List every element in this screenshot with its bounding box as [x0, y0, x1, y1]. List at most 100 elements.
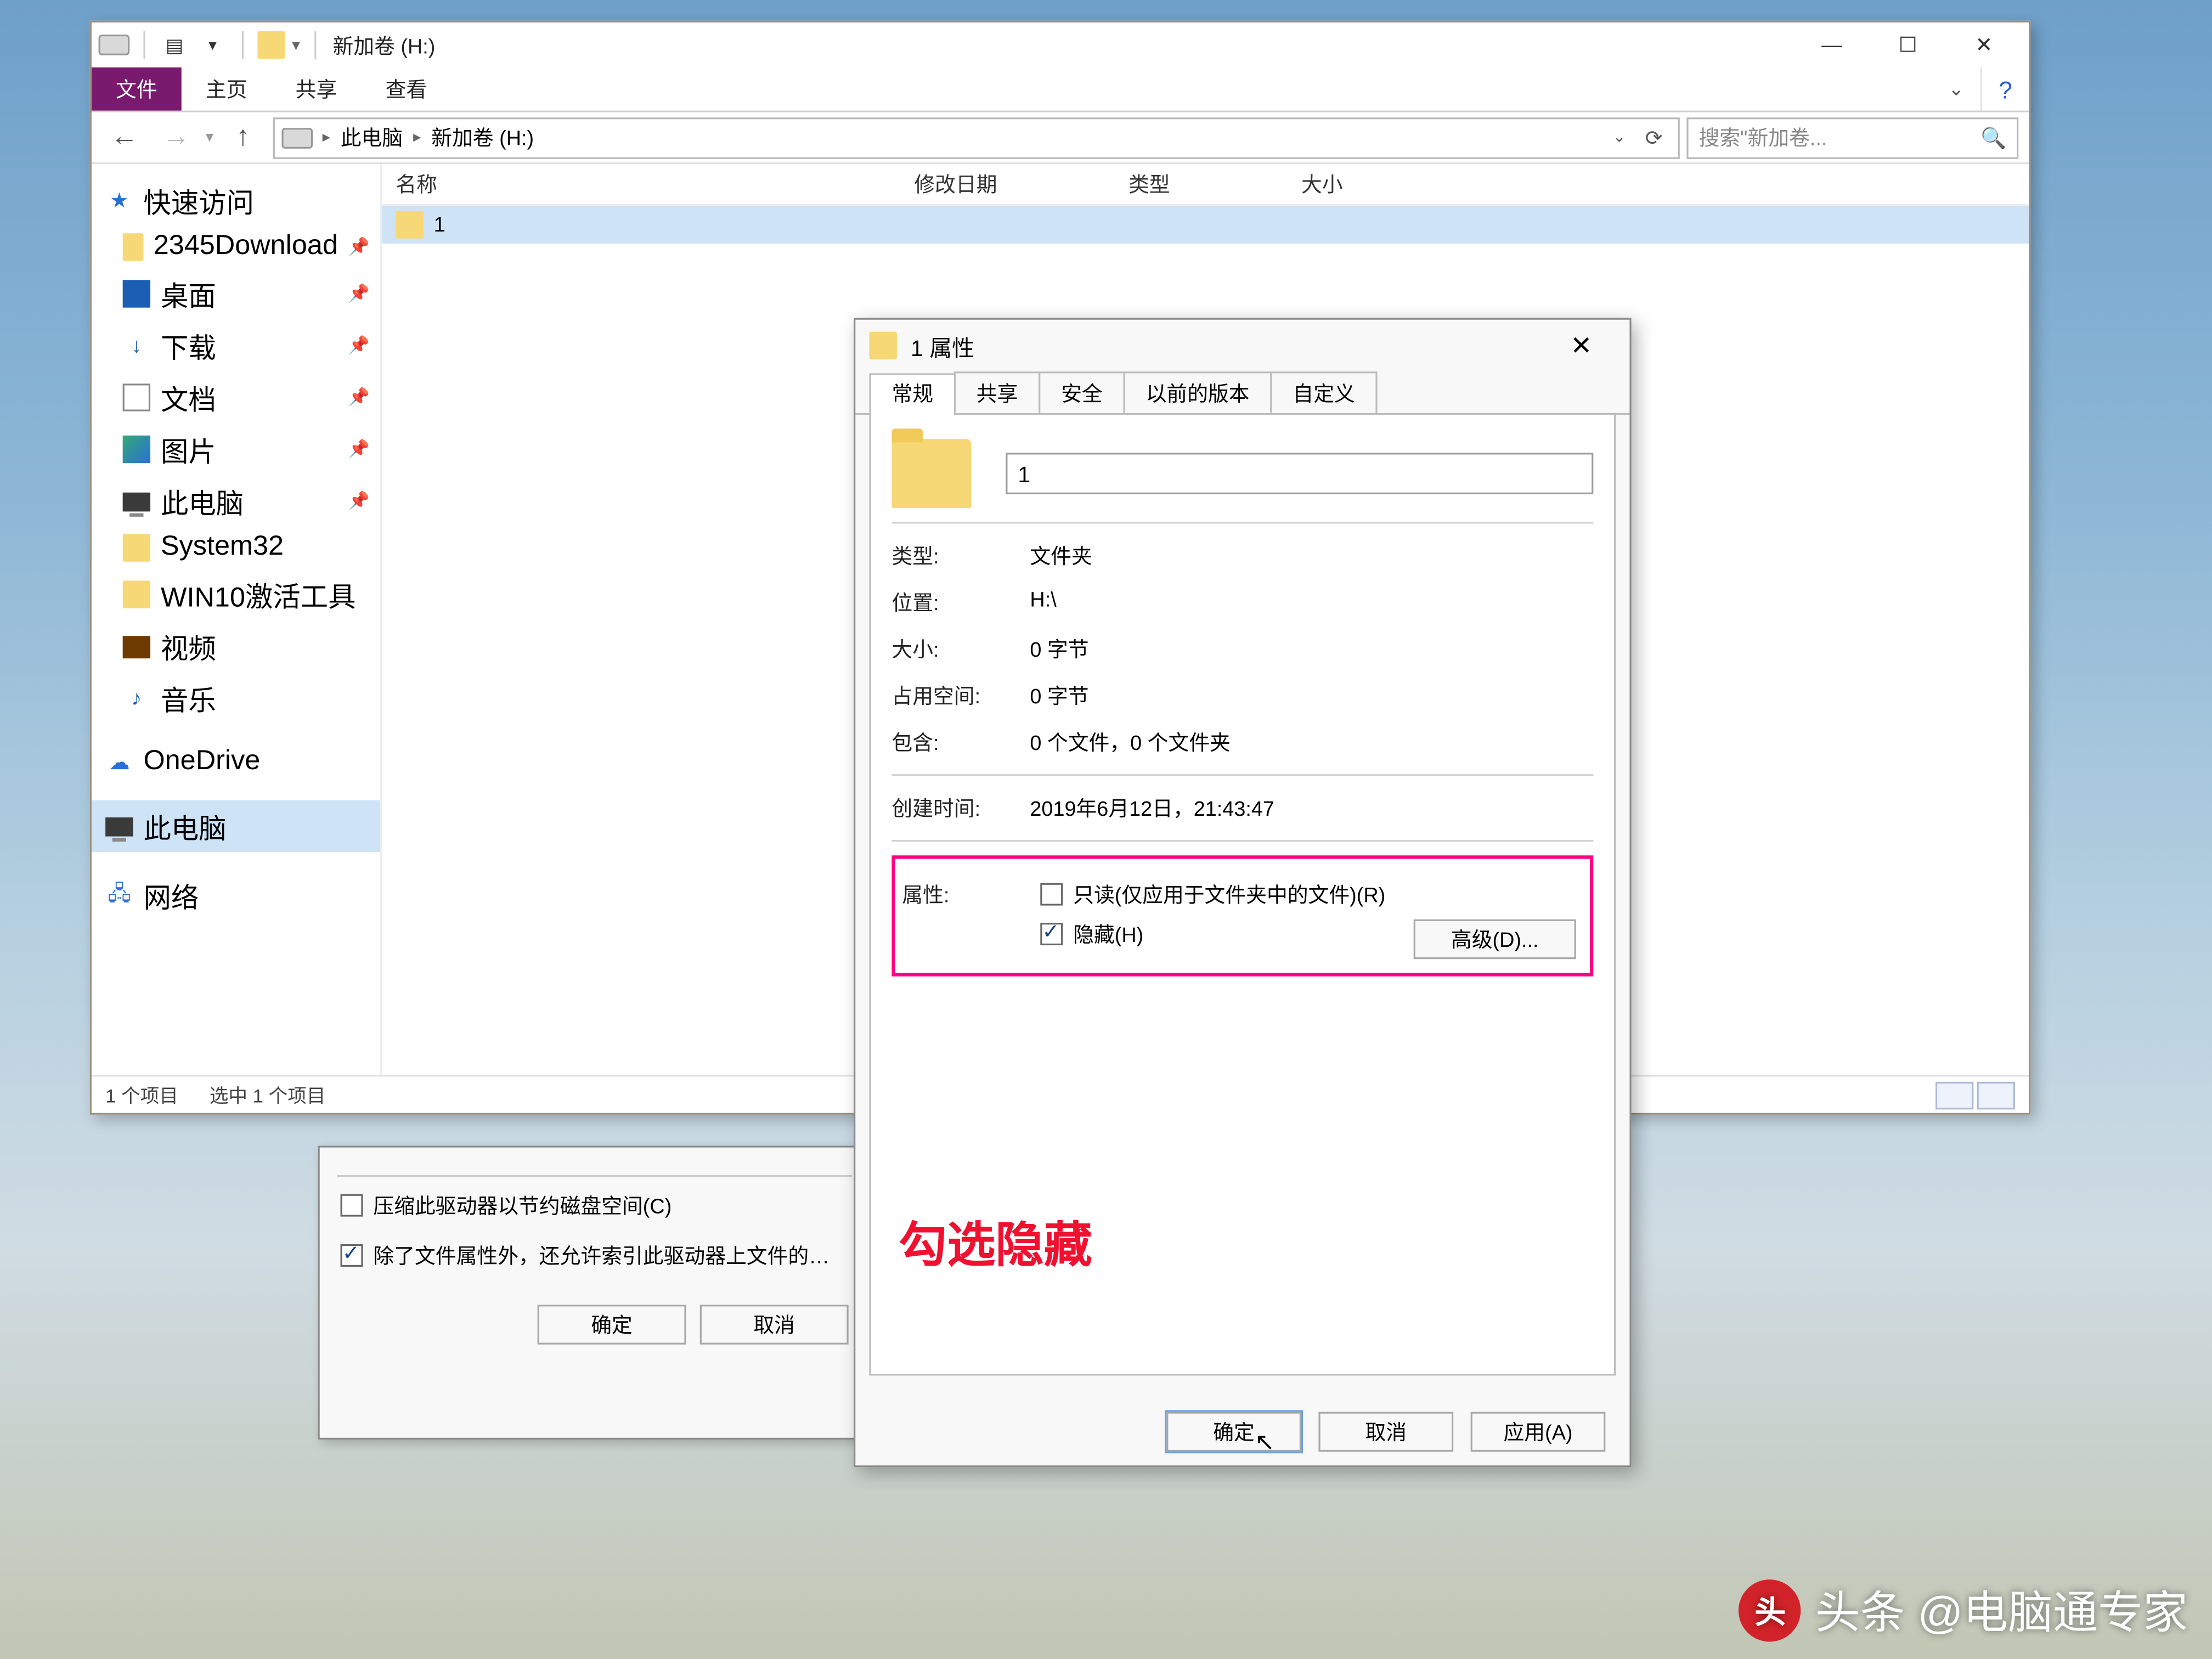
sidebar-item[interactable]: System32 — [92, 527, 380, 569]
column-headers[interactable]: 名称 修改日期 类型 大小 — [382, 164, 2029, 206]
sidebar-item[interactable]: 视频 — [92, 620, 380, 673]
maximize-button[interactable]: ☐ — [1870, 22, 1946, 67]
qat-props-icon[interactable]: ▤ — [159, 30, 190, 61]
refresh-icon[interactable]: ⟳ — [1637, 120, 1671, 155]
col-type[interactable]: 类型 — [1115, 170, 1288, 199]
pin-icon: 📌 — [348, 336, 370, 356]
drive-properties-dialog: 压缩此驱动器以节约磁盘空间(C) 除了文件属性外，还允许索引此驱动器上文件的… … — [318, 1146, 871, 1440]
size-label: 大小: — [891, 634, 1030, 664]
nav-history-icon[interactable]: ▾ — [206, 128, 213, 147]
minimize-button[interactable]: — — [1794, 22, 1870, 67]
status-selection: 选中 1 个项目 — [210, 1081, 326, 1108]
ok-button[interactable]: 确定 — [538, 1305, 686, 1344]
sidebar-onedrive[interactable]: ☁OneDrive — [92, 741, 380, 783]
pin-icon: 📌 — [348, 238, 370, 257]
pin-icon: 📌 — [348, 492, 370, 511]
search-input[interactable]: 搜索"新加卷... 🔍 — [1686, 117, 2018, 159]
nav-back-button[interactable]: ← — [102, 117, 147, 159]
dialog-title: 1 属性 — [911, 329, 974, 362]
folder-icon — [891, 439, 971, 508]
breadcrumb[interactable]: 此电脑 — [341, 123, 403, 153]
ribbon-expand-icon[interactable]: ⌄ — [1932, 67, 1980, 111]
folder-icon — [123, 233, 143, 261]
nav-forward-button[interactable]: → — [154, 117, 199, 159]
col-name[interactable]: 名称 — [382, 170, 900, 199]
tab-previous-versions[interactable]: 以前的版本 — [1124, 371, 1272, 413]
tab-share[interactable]: 共享 — [272, 67, 362, 111]
breadcrumb[interactable]: 新加卷 (H:) — [431, 123, 534, 153]
network-icon: 🖧 — [105, 882, 133, 909]
sidebar-item[interactable]: 图片📌 — [92, 424, 380, 476]
hidden-checkbox[interactable] — [1040, 923, 1063, 945]
toutiao-logo-icon: 头 — [1739, 1579, 1801, 1641]
help-icon[interactable]: ? — [1980, 67, 2029, 111]
view-details-button[interactable] — [1936, 1081, 1973, 1108]
name-input[interactable] — [1006, 453, 1593, 494]
folder-icon — [396, 211, 423, 238]
readonly-checkbox[interactable] — [1040, 883, 1063, 906]
file-name: 1 — [434, 212, 445, 236]
sidebar-this-pc[interactable]: 此电脑 — [92, 800, 380, 852]
pc-icon — [105, 816, 133, 836]
sidebar-item[interactable]: 桌面📌 — [92, 268, 380, 320]
pin-icon: 📌 — [348, 284, 370, 303]
view-icons-button[interactable] — [1977, 1081, 2015, 1108]
watermark-text: 头条 @电脑通专家 — [1815, 1578, 2188, 1642]
tab-security[interactable]: 安全 — [1039, 371, 1125, 413]
sidebar-item[interactable]: ♪音乐 — [92, 672, 380, 724]
annotation-text: 勾选隐藏 — [899, 1208, 1092, 1277]
contains-value: 0 个文件，0 个文件夹 — [1030, 727, 1230, 757]
watermark: 头 头条 @电脑通专家 — [1739, 1578, 2188, 1642]
disk-label: 占用空间: — [891, 681, 1030, 710]
tab-file[interactable]: 文件 — [92, 67, 182, 111]
cancel-button[interactable]: 取消 — [700, 1305, 849, 1344]
advanced-button[interactable]: 高级(D)... — [1414, 919, 1576, 959]
index-label: 除了文件属性外，还允许索引此驱动器上文件的… — [373, 1241, 830, 1271]
attributes-label: 属性: — [902, 879, 1040, 909]
download-icon: ↓ — [123, 332, 150, 359]
col-date[interactable]: 修改日期 — [900, 170, 1115, 199]
sidebar-item[interactable]: 此电脑📌 — [92, 475, 380, 527]
star-icon: ★ — [105, 187, 133, 214]
col-size[interactable]: 大小 — [1288, 170, 1460, 199]
sidebar-network[interactable]: 🖧网络 — [92, 869, 380, 921]
index-checkbox[interactable] — [341, 1244, 363, 1267]
folder-icon — [123, 534, 150, 561]
title-bar[interactable]: ▤ ▾ ▾ 新加卷 (H:) — ☐ ✕ — [92, 22, 2029, 67]
sidebar-item[interactable]: ↓下载📌 — [92, 320, 380, 372]
close-button[interactable]: ✕ — [1547, 321, 1616, 370]
compress-checkbox[interactable] — [341, 1194, 363, 1217]
cloud-icon: ☁ — [105, 748, 133, 776]
sidebar-item[interactable]: 2345Download📌 — [92, 227, 380, 268]
dialog-title-bar[interactable]: 1 属性 ✕ — [855, 320, 1629, 372]
folder-icon — [257, 31, 285, 59]
nav-up-button[interactable]: ↑ — [221, 117, 266, 159]
size-value: 0 字节 — [1030, 634, 1088, 664]
sidebar-quick-access[interactable]: ★快速访问 — [92, 174, 380, 227]
compress-label: 压缩此驱动器以节约磁盘空间(C) — [373, 1190, 672, 1220]
sidebar-item[interactable]: 文档📌 — [92, 371, 380, 424]
sidebar-item[interactable]: WIN10激活工具 — [92, 568, 380, 620]
tab-view[interactable]: 查看 — [361, 67, 451, 111]
tab-custom[interactable]: 自定义 — [1270, 371, 1377, 413]
type-value: 文件夹 — [1030, 541, 1092, 571]
tab-home[interactable]: 主页 — [182, 67, 272, 111]
location-value: H:\ — [1030, 588, 1056, 617]
qat-down-icon[interactable]: ▾ — [197, 30, 228, 61]
qat-overflow-icon[interactable]: ▾ — [292, 36, 300, 55]
folder-icon — [869, 332, 896, 359]
window-title: 新加卷 (H:) — [332, 30, 435, 60]
address-dropdown-icon[interactable]: ⌄ — [1602, 120, 1637, 155]
tab-share[interactable]: 共享 — [954, 371, 1041, 413]
address-bar[interactable]: ▸ 此电脑 ▸ 新加卷 (H:) ⌄ ⟳ — [272, 117, 1680, 159]
apply-button[interactable]: 应用(A) — [1471, 1412, 1606, 1452]
tab-general[interactable]: 常规 — [869, 373, 956, 415]
dialog-tabs: 常规 共享 安全 以前的版本 自定义 — [855, 371, 1629, 415]
music-icon: ♪ — [123, 684, 150, 712]
close-button[interactable]: ✕ — [1946, 22, 2022, 67]
file-row[interactable]: 1 — [382, 206, 2029, 244]
ok-button[interactable]: 确定 ↖ — [1166, 1412, 1301, 1452]
cancel-button[interactable]: 取消 — [1318, 1412, 1453, 1452]
created-value: 2019年6月12日，21:43:47 — [1030, 793, 1274, 823]
search-placeholder: 搜索"新加卷... — [1699, 123, 1827, 153]
